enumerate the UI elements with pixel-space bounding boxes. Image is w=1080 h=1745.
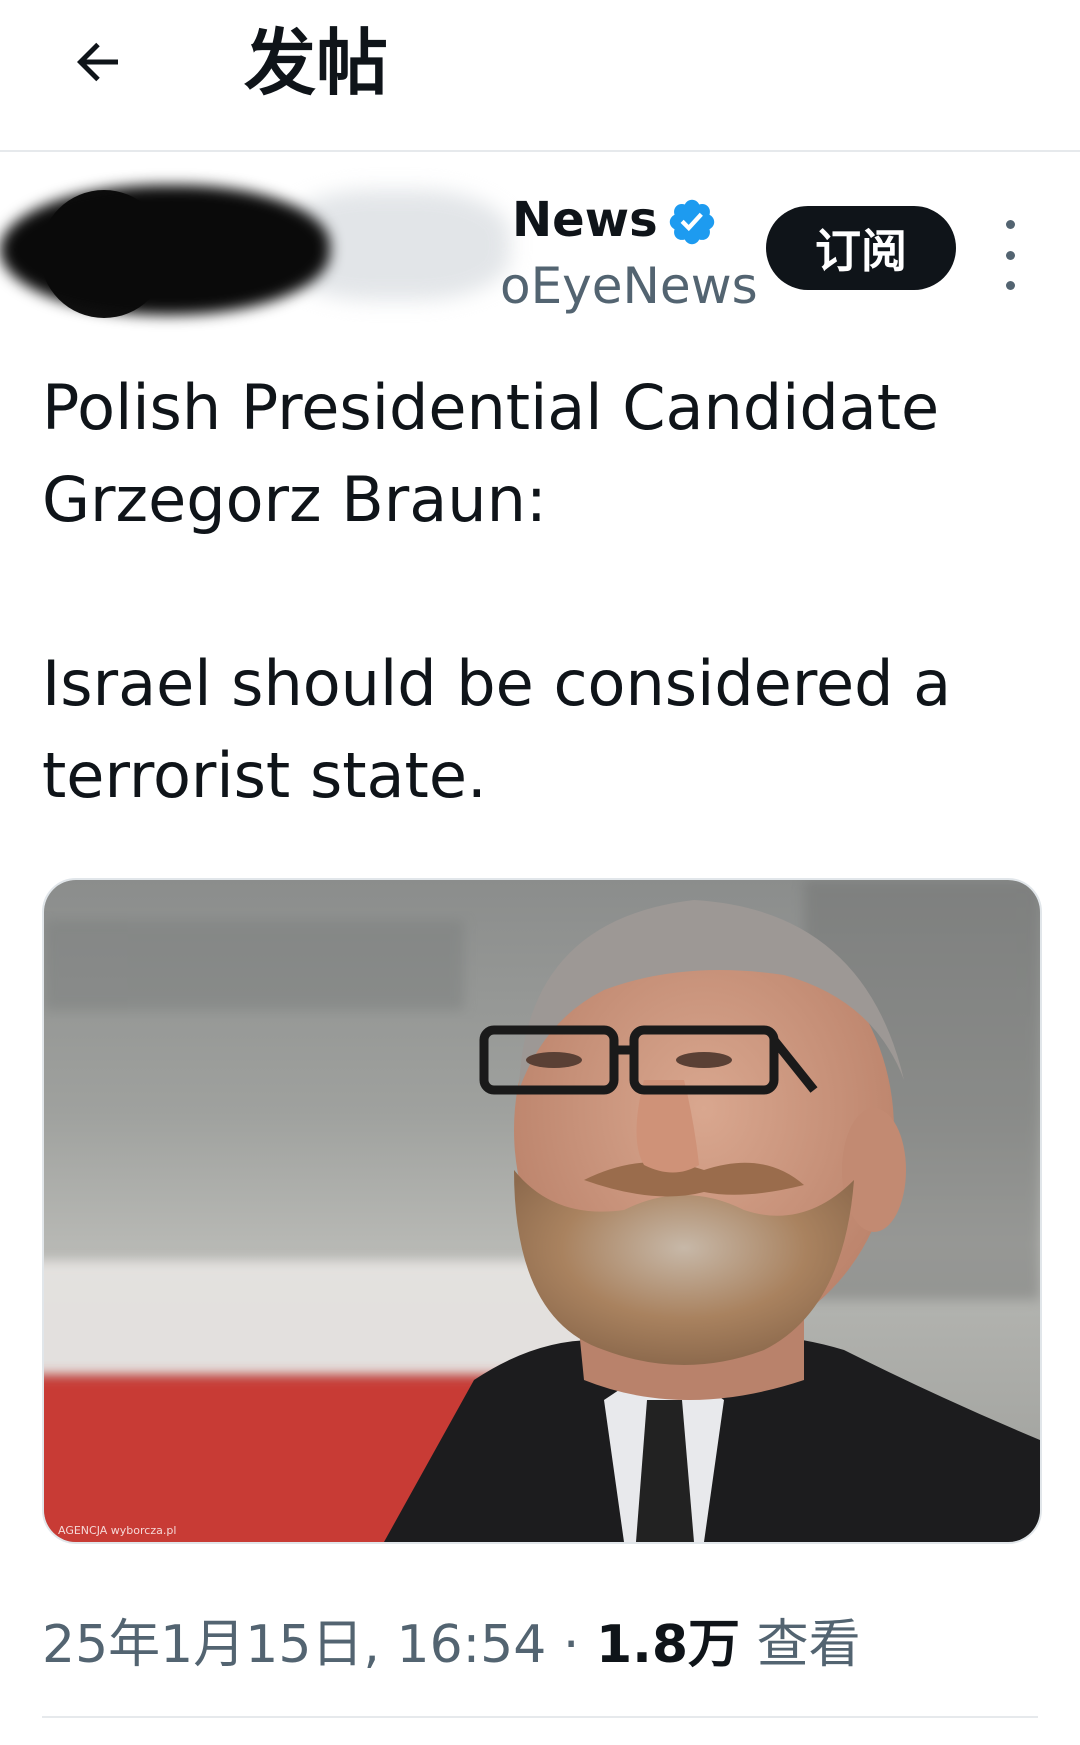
- verified-badge-icon: [669, 199, 715, 245]
- meta-separator: ·: [562, 1615, 580, 1675]
- author-handle[interactable]: oEyeNews: [500, 256, 758, 316]
- views-label: 查看: [756, 1615, 861, 1675]
- post-line: Israel should be considered a: [42, 647, 952, 720]
- views-count: 1.8万: [595, 1615, 741, 1675]
- subscribe-button[interactable]: 订阅: [766, 206, 956, 290]
- post-line: Grzegorz Braun:: [42, 463, 547, 536]
- post-timestamp[interactable]: 25年1月15日, 16:54: [42, 1615, 546, 1675]
- arrow-left-icon: [77, 42, 118, 82]
- redaction-scribble: [0, 185, 330, 315]
- post-line: Polish Presidential Candidate: [42, 371, 940, 444]
- more-vertical-icon: [1005, 220, 1015, 229]
- post-meta: 25年1月15日, 16:54 · 1.8万 查看: [42, 1612, 861, 1678]
- image-watermark: AGENCJA wyborcza.pl: [58, 1524, 176, 1537]
- post-text: Polish Presidential Candidate Grzegorz B…: [42, 362, 1042, 822]
- post-author: News oEyeNews 订阅: [0, 150, 1080, 350]
- page-title: 发帖: [244, 21, 389, 105]
- author-display-name[interactable]: News: [512, 190, 658, 250]
- top-bar: 发帖: [0, 0, 1080, 152]
- more-options-button[interactable]: [990, 220, 1030, 290]
- post-line: terrorist state.: [42, 739, 487, 812]
- post-image[interactable]: AGENCJA wyborcza.pl: [42, 878, 1042, 1544]
- divider: [42, 1716, 1038, 1718]
- back-button[interactable]: [58, 22, 138, 102]
